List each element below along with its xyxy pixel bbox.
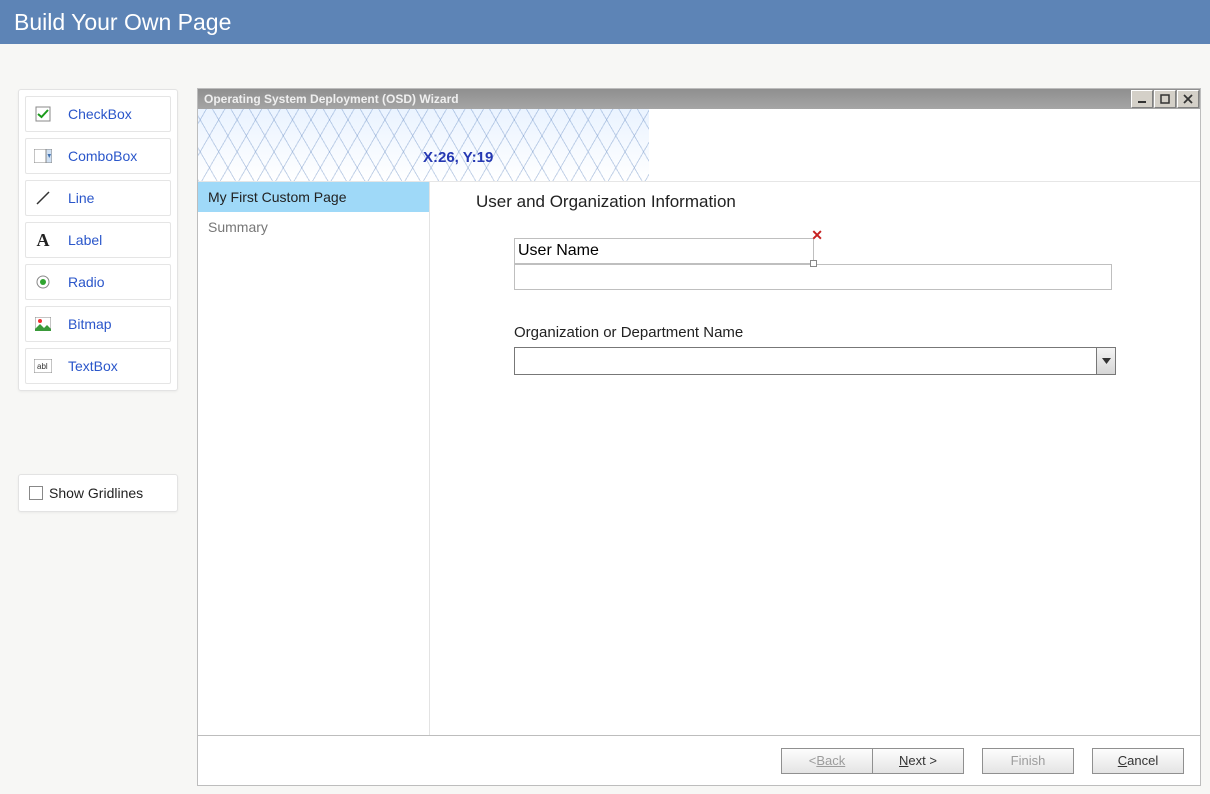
- finish-button[interactable]: Finish: [982, 748, 1074, 774]
- wizard-nav: My First Custom Page Summary: [198, 182, 430, 735]
- show-gridlines-label: Show Gridlines: [49, 485, 143, 501]
- section-heading: User and Organization Information: [476, 192, 1170, 212]
- org-combobox[interactable]: [514, 347, 1116, 375]
- toolbox-panel: CheckBox ComboBox Line A Label: [18, 89, 178, 391]
- close-button[interactable]: [1177, 90, 1199, 108]
- wizard-title: Operating System Deployment (OSD) Wizard: [204, 92, 459, 106]
- toolbox-item-checkbox[interactable]: CheckBox: [25, 96, 171, 132]
- toolbox-label: TextBox: [68, 358, 118, 374]
- org-combobox-value[interactable]: [515, 348, 1096, 374]
- back-button[interactable]: < Back: [781, 748, 873, 774]
- next-button[interactable]: Next >: [872, 748, 964, 774]
- svg-text:abl: abl: [37, 362, 48, 371]
- page-header: Build Your Own Page: [0, 0, 1210, 44]
- show-gridlines-checkbox[interactable]: [29, 486, 43, 500]
- resize-handle-icon[interactable]: [810, 260, 817, 267]
- toolbox-label: ComboBox: [68, 148, 137, 164]
- wizard-banner: X:26, Y:19: [198, 109, 1200, 182]
- nav-item-summary[interactable]: Summary: [198, 212, 429, 242]
- org-label: Organization or Department Name: [514, 324, 1170, 341]
- toolbox-item-line[interactable]: Line: [25, 180, 171, 216]
- combobox-icon: [32, 145, 54, 167]
- toolbox-item-combobox[interactable]: ComboBox: [25, 138, 171, 174]
- toolbox-label: CheckBox: [68, 106, 132, 122]
- dropdown-arrow-icon[interactable]: [1096, 348, 1115, 374]
- cancel-button[interactable]: Cancel: [1092, 748, 1184, 774]
- username-label-text: User Name: [518, 242, 599, 260]
- bitmap-icon: [32, 313, 54, 335]
- radio-icon: [32, 271, 54, 293]
- wizard-window: Operating System Deployment (OSD) Wizard…: [197, 88, 1201, 786]
- line-icon: [32, 187, 54, 209]
- wizard-button-row: < Back Next > Finish Cancel: [198, 735, 1200, 785]
- show-gridlines-row[interactable]: Show Gridlines: [18, 474, 178, 512]
- label-icon: A: [32, 229, 54, 251]
- nav-item-custom-page[interactable]: My First Custom Page: [198, 182, 429, 212]
- delete-control-icon[interactable]: ✕: [811, 227, 823, 244]
- checkbox-icon: [32, 103, 54, 125]
- username-label-control[interactable]: User Name ✕: [514, 238, 814, 264]
- toolbox-item-label[interactable]: A Label: [25, 222, 171, 258]
- toolbox-item-radio[interactable]: Radio: [25, 264, 171, 300]
- wizard-titlebar: Operating System Deployment (OSD) Wizard: [198, 89, 1200, 109]
- toolbox-label: Bitmap: [68, 316, 112, 332]
- wizard-body: User and Organization Information User N…: [430, 182, 1200, 735]
- username-input[interactable]: [514, 264, 1112, 290]
- toolbox-label: Line: [68, 190, 94, 206]
- toolbox-item-bitmap[interactable]: Bitmap: [25, 306, 171, 342]
- coordinate-label: X:26, Y:19: [423, 149, 493, 166]
- toolbox-label: Label: [68, 232, 102, 248]
- textbox-icon: abl: [32, 355, 54, 377]
- maximize-button[interactable]: [1154, 90, 1176, 108]
- toolbox-item-textbox[interactable]: abl TextBox: [25, 348, 171, 384]
- page-title: Build Your Own Page: [14, 9, 231, 36]
- minimize-button[interactable]: [1131, 90, 1153, 108]
- toolbox-label: Radio: [68, 274, 105, 290]
